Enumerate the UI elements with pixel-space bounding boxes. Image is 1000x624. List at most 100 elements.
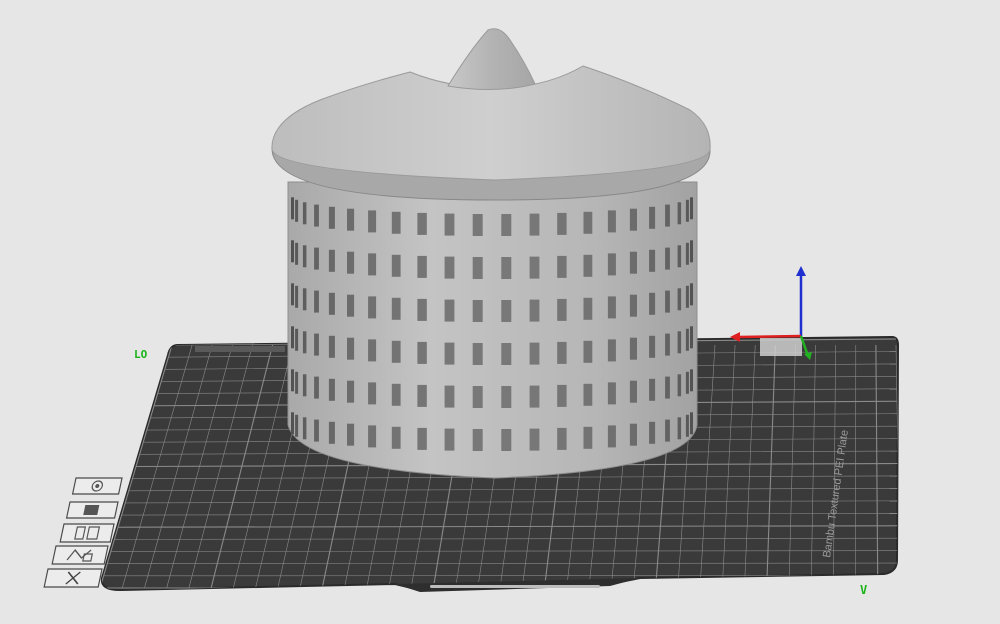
window: [291, 326, 294, 349]
window: [665, 419, 670, 442]
window: [629, 337, 637, 360]
window: [557, 384, 567, 407]
window: [444, 213, 455, 236]
window: [649, 249, 656, 272]
delete-plate-icon[interactable]: [43, 568, 103, 588]
window: [391, 254, 401, 277]
window: [472, 257, 483, 279]
window: [607, 210, 616, 233]
window: [302, 331, 307, 354]
window: [347, 337, 355, 360]
window: [444, 385, 455, 408]
window: [665, 204, 670, 227]
window: [665, 247, 670, 270]
window: [665, 376, 670, 399]
window: [583, 211, 593, 234]
window: [649, 206, 656, 229]
window: [685, 242, 689, 265]
window: [391, 383, 401, 406]
window: [677, 245, 682, 268]
window: [557, 427, 567, 450]
window: [472, 300, 483, 322]
window: [417, 427, 427, 450]
window: [368, 382, 377, 405]
model-tower[interactable]: [271, 28, 711, 479]
window: [391, 340, 401, 363]
window: [529, 385, 540, 408]
window: [444, 428, 455, 451]
window: [629, 294, 637, 317]
window: [295, 414, 299, 437]
window: [629, 380, 637, 403]
window: [583, 426, 593, 449]
window: [529, 213, 540, 236]
window: [472, 386, 483, 408]
z-axis-arrow-icon: [796, 266, 806, 276]
window: [529, 299, 540, 322]
window: [295, 199, 299, 222]
window: [302, 288, 307, 311]
window: [347, 380, 355, 403]
window: [295, 328, 299, 351]
window: [529, 428, 540, 451]
bed-origin-marker: [760, 338, 802, 356]
orient-icon[interactable]: [71, 477, 123, 495]
window: [417, 255, 427, 278]
window: [347, 208, 355, 231]
window: [685, 328, 689, 351]
window: [472, 429, 483, 451]
window: [302, 202, 307, 225]
roof-spire: [447, 28, 536, 91]
window: [690, 412, 693, 435]
bed-logo-plate: [195, 346, 285, 352]
window: [557, 298, 567, 321]
window: [649, 335, 656, 358]
window: [391, 211, 401, 234]
window: [328, 292, 335, 315]
window: [629, 423, 637, 446]
window: [368, 339, 377, 362]
window: [685, 414, 689, 437]
window: [302, 374, 307, 397]
window: [690, 197, 693, 220]
window: [557, 212, 567, 235]
window: [690, 283, 693, 306]
window: [583, 254, 593, 277]
window: [391, 297, 401, 320]
window: [665, 333, 670, 356]
window: [291, 283, 294, 306]
window: [444, 342, 455, 365]
arrange-icon[interactable]: [65, 501, 119, 519]
3d-viewport[interactable]: LO Bambu Textured PEI Plate V: [0, 0, 1000, 624]
plate-settings-icon[interactable]: [59, 523, 115, 543]
window: [417, 384, 427, 407]
window: [347, 423, 355, 446]
window: [629, 208, 637, 231]
window: [368, 296, 377, 319]
bed-corner-label: LO: [134, 348, 148, 361]
window: [501, 343, 512, 365]
window: [690, 326, 693, 349]
window: [690, 240, 693, 263]
window: [328, 206, 335, 229]
window: [444, 256, 455, 279]
window: [291, 369, 294, 392]
window: [291, 412, 294, 435]
window: [690, 369, 693, 392]
window: [444, 299, 455, 322]
window: [314, 290, 319, 313]
window: [295, 285, 299, 308]
window: [629, 251, 637, 274]
window: [557, 341, 567, 364]
window: [649, 421, 656, 444]
x-axis: [737, 334, 802, 339]
window: [302, 245, 307, 268]
auto-arrange-icon[interactable]: [51, 545, 109, 565]
window: [677, 331, 682, 354]
window: [501, 429, 512, 451]
window: [677, 288, 682, 311]
window: [649, 292, 656, 315]
window: [314, 333, 319, 356]
scene-canvas[interactable]: LO Bambu Textured PEI Plate V: [0, 0, 1000, 624]
window: [501, 300, 512, 322]
